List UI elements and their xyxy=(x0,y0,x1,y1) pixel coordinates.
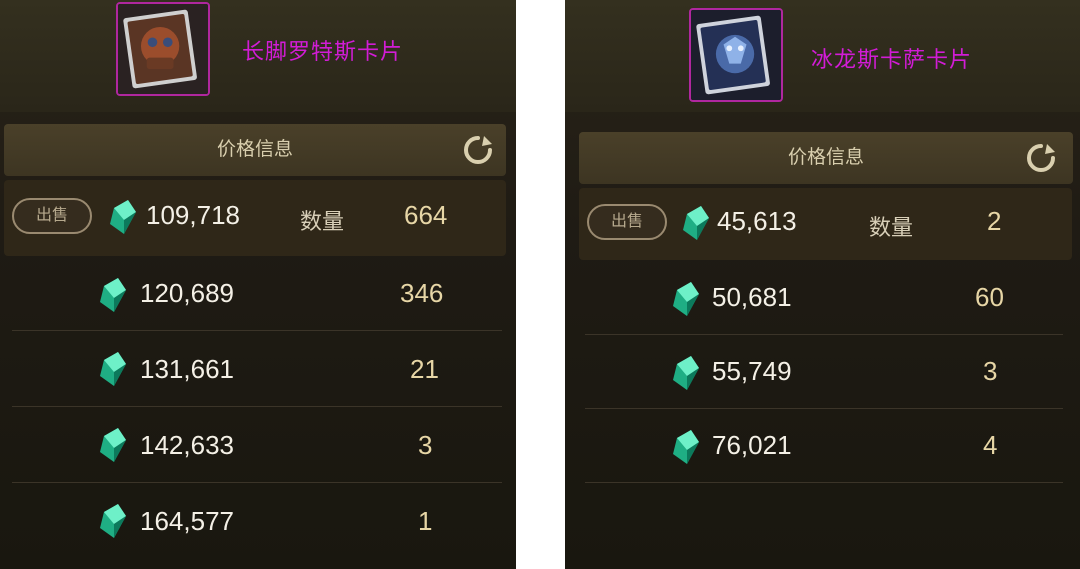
quantity-value: 1 xyxy=(418,506,433,536)
quantity-label: 数量 xyxy=(869,215,914,240)
listing-row[interactable]: 出售 45,613 数量 2 xyxy=(579,188,1072,260)
gem-icon xyxy=(683,206,709,240)
row-divider xyxy=(585,482,1063,483)
row-divider xyxy=(12,482,502,483)
price-value: 142,633 xyxy=(140,430,234,460)
gem-icon xyxy=(100,352,126,386)
sell-button[interactable]: 出售 xyxy=(587,204,667,240)
gem-icon xyxy=(100,428,126,462)
price-value: 120,689 xyxy=(140,278,234,308)
quantity-value: 21 xyxy=(410,354,439,384)
quantity-value: 664 xyxy=(404,200,448,230)
row-divider xyxy=(12,330,502,331)
card-name: 长脚罗特斯卡片 xyxy=(242,39,404,64)
price-value: 164,577 xyxy=(140,506,234,536)
refresh-icon[interactable] xyxy=(1025,142,1057,174)
listing-row[interactable]: 55,749 3 xyxy=(565,336,1080,408)
quantity-label: 数量 xyxy=(300,209,345,234)
gem-icon xyxy=(100,504,126,538)
card-name: 冰龙斯卡萨卡片 xyxy=(811,47,973,72)
listing-row[interactable]: 50,681 60 xyxy=(565,262,1080,334)
quantity-value: 4 xyxy=(983,430,998,460)
card-art-ice-dragon-icon[interactable] xyxy=(689,8,783,102)
price-info-bar: 价格信息 xyxy=(4,124,506,176)
listing-row[interactable]: 131,661 21 xyxy=(0,332,516,408)
price-info-title: 价格信息 xyxy=(216,139,293,160)
row-divider xyxy=(585,408,1063,409)
quantity-value: 3 xyxy=(983,356,998,386)
listing-row[interactable]: 出售 109,718 数量 664 xyxy=(4,180,506,256)
listing-row[interactable]: 76,021 4 xyxy=(565,410,1080,482)
price-value: 109,718 xyxy=(146,200,240,230)
price-value: 45,613 xyxy=(717,206,797,236)
card-art-beast-icon[interactable] xyxy=(116,2,210,96)
row-divider xyxy=(12,406,502,407)
listing-row[interactable]: 142,633 3 xyxy=(0,408,516,484)
price-value: 50,681 xyxy=(712,282,792,312)
gem-icon xyxy=(673,430,699,464)
refresh-icon[interactable] xyxy=(462,134,494,166)
gem-icon xyxy=(673,282,699,316)
sell-button[interactable]: 出售 xyxy=(12,198,92,234)
row-divider xyxy=(585,334,1063,335)
quantity-value: 60 xyxy=(975,282,1004,312)
card-market-panel-right: 冰龙斯卡萨卡片 价格信息 出售 45,613 数量 2 50,681 60 55… xyxy=(565,0,1080,569)
card-market-panel-left: 长脚罗特斯卡片 价格信息 出售 109,718 数量 664 120,689 3… xyxy=(0,0,516,569)
price-value: 76,021 xyxy=(712,430,792,460)
quantity-value: 346 xyxy=(400,278,444,308)
quantity-value: 3 xyxy=(418,430,433,460)
quantity-value: 2 xyxy=(987,206,1002,236)
card-header: 冰龙斯卡萨卡片 xyxy=(565,0,1080,112)
listing-row[interactable]: 164,577 1 xyxy=(0,484,516,560)
card-header: 长脚罗特斯卡片 xyxy=(0,0,516,112)
gem-icon xyxy=(100,278,126,312)
listing-row[interactable]: 120,689 346 xyxy=(0,256,516,332)
gem-icon xyxy=(110,200,136,234)
price-info-bar: 价格信息 xyxy=(579,132,1073,184)
price-value: 131,661 xyxy=(140,354,234,384)
price-value: 55,749 xyxy=(712,356,792,386)
gem-icon xyxy=(673,356,699,390)
price-info-title: 价格信息 xyxy=(787,147,864,168)
